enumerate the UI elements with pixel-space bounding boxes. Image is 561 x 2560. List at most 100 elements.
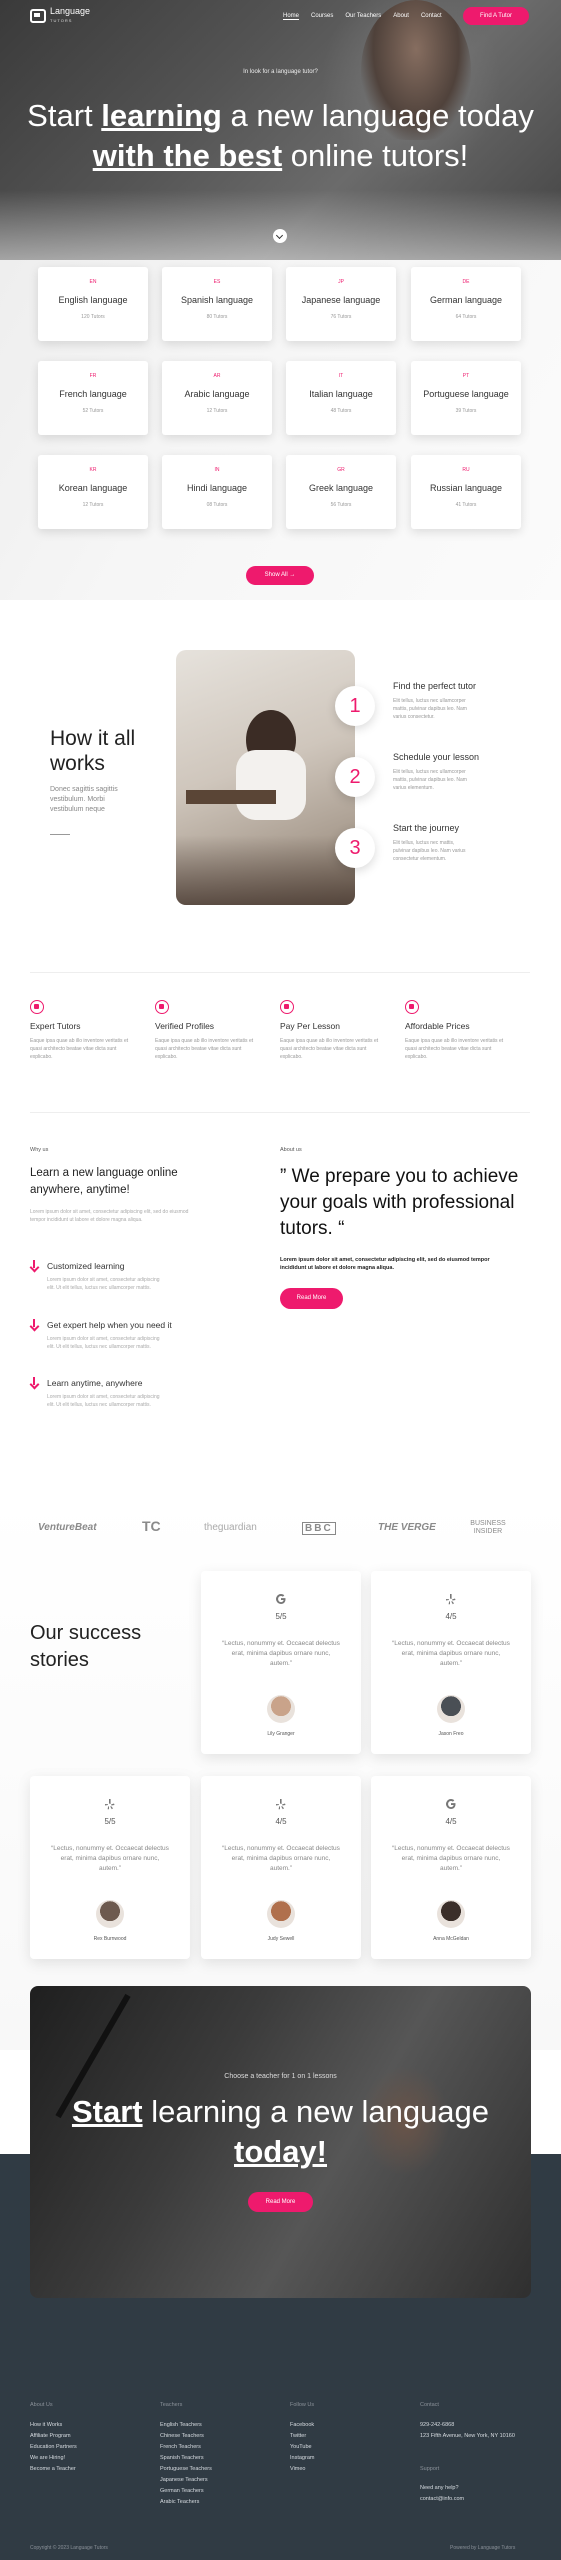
footer-link[interactable]: Become a Teacher — [30, 2466, 76, 2472]
footer-link[interactable]: Chinese Teachers — [160, 2433, 204, 2439]
language-name: Arabic language — [184, 389, 250, 399]
footer-link[interactable]: Instagram — [290, 2455, 314, 2461]
language-card[interactable]: EN English language 120 Tutors — [38, 267, 148, 341]
yelp-icon — [276, 1799, 286, 1810]
footer-link[interactable]: Facebook — [290, 2422, 314, 2428]
affordable-prices-icon — [405, 1000, 419, 1014]
rating: 5/5 — [275, 1612, 287, 1621]
language-card[interactable]: FR French language 52 Tutors — [38, 361, 148, 435]
verified-profiles-icon — [155, 1000, 169, 1014]
language-card[interactable]: RU Russian language 41 Tutors — [411, 455, 521, 529]
footer-link[interactable]: Japanese Teachers — [160, 2477, 208, 2483]
brand-techcrunch: TC — [142, 1518, 161, 1534]
testimonial-card: 4/5 “Lectus, nonummy et. Occaecat delectu… — [201, 1776, 361, 1959]
language-card[interactable]: IT Italian language 48 Tutors — [286, 361, 396, 435]
footer-link[interactable]: Vimeo — [290, 2466, 306, 2472]
feature-text-1: Eaque ipsa quae ab illo inventore verita… — [30, 1038, 129, 1060]
why-us-label: Why us — [30, 1147, 49, 1153]
language-name: Portuguese language — [423, 389, 509, 399]
language-card[interactable]: ES Spanish language 80 Tutors — [162, 267, 272, 341]
hero-title-emphasis: with the best — [92, 138, 283, 173]
language-code: KR — [89, 467, 97, 473]
feature-title-3: Pay Per Lesson — [280, 1021, 341, 1031]
cta-title-emphasis: today! — [234, 2134, 327, 2169]
hero-title-part: Start — [27, 98, 102, 133]
footer-support-heading: Support — [420, 2466, 440, 2472]
about-text: Lorem ipsum dolor sit amet, consectetur … — [280, 1257, 490, 1271]
footer-link[interactable]: We are Hiring! — [30, 2455, 65, 2461]
testimonial-card: 4/5 “Lectus, nonummy et. Occaecat delectu… — [371, 1776, 531, 1959]
tutor-count: 48 Tutors — [330, 408, 352, 414]
yelp-icon — [105, 1799, 115, 1810]
footer-link[interactable]: Affiliate Program — [30, 2433, 71, 2439]
menu-item-courses[interactable]: Courses — [311, 13, 333, 20]
footer-need-help: Need any help? — [420, 2485, 459, 2491]
footer-link[interactable]: Portuguese Teachers — [160, 2466, 212, 2472]
footer-link[interactable]: Twitter — [290, 2433, 306, 2439]
footer-link[interactable]: Education Partners — [30, 2444, 77, 2450]
tutor-count: 08 Tutors — [206, 502, 228, 508]
footer-phone[interactable]: 929-242-6868 — [420, 2422, 454, 2428]
footer-link[interactable]: English Teachers — [160, 2422, 202, 2428]
cta-read-more-button[interactable]: Read More — [248, 2192, 313, 2212]
arrow-down-icon — [30, 1319, 38, 1329]
reviewer-name: Anna McGeldan — [433, 1936, 469, 1942]
menu-item-home[interactable]: Home — [283, 13, 300, 20]
footer-link[interactable]: Spanish Teachers — [160, 2455, 204, 2461]
tutor-count: 12 Tutors — [206, 408, 228, 414]
rating: 4/5 — [445, 1612, 457, 1621]
feature-text-3: Eaque ipsa quae ab illo inventore verita… — [280, 1038, 379, 1060]
scroll-down-icon[interactable] — [273, 229, 287, 243]
brand-venturebeat: VentureBeat — [38, 1522, 97, 1533]
language-name: Korean language — [58, 483, 128, 493]
logo-text: Language — [50, 6, 91, 16]
language-card[interactable]: IN Hindi language 08 Tutors — [162, 455, 272, 529]
language-code: IN — [214, 467, 220, 473]
language-card[interactable]: DE German language 64 Tutors — [411, 267, 521, 341]
logo[interactable]: Language TUTORS — [30, 7, 90, 25]
menu-item-our-teachers[interactable]: Our Teachers — [345, 13, 381, 20]
testimonial-card: 5/5 “Lectus, nonummy et. Occaecat delectu… — [30, 1776, 190, 1959]
footer-link[interactable]: Arabic Teachers — [160, 2499, 199, 2505]
logo-icon — [30, 9, 46, 23]
footer-email[interactable]: contact@info.com — [420, 2496, 464, 2502]
testimonial-card: 4/5 “Lectus, nonummy et. Occaecat delectu… — [371, 1571, 531, 1754]
photo-shade — [176, 835, 355, 905]
testimonial-quote: “Lectus, nonummy et. Occaecat delectus e… — [222, 1845, 340, 1872]
footer-link[interactable]: German Teachers — [160, 2488, 204, 2494]
tutor-count: 120 Tutors — [81, 314, 105, 320]
menu-item-about[interactable]: About — [393, 13, 409, 20]
language-card[interactable]: PT Portuguese language 39 Tutors — [411, 361, 521, 435]
main-menu: Home Courses Our Teachers About Contact — [283, 13, 442, 20]
footer-follow-heading: Follow Us — [290, 2402, 315, 2408]
language-card[interactable]: GR Greek language 56 Tutors — [286, 455, 396, 529]
language-card[interactable]: KR Korean language 12 Tutors — [38, 455, 148, 529]
yelp-icon — [446, 1594, 456, 1605]
rating: 4/5 — [445, 1817, 457, 1826]
google-icon — [276, 1594, 286, 1604]
language-name: Greek language — [308, 483, 374, 493]
footer-about-heading: About Us — [30, 2402, 53, 2408]
language-code: IT — [338, 373, 344, 379]
hero-title-part: a new language today — [221, 98, 534, 133]
footer-contact-heading: Contact — [420, 2402, 439, 2408]
step-text-2: Elit tellus, luctus nec ullamcorper matt… — [393, 769, 467, 791]
avatar — [267, 1900, 295, 1928]
language-code: ES — [213, 279, 221, 285]
reviewer-name: Judy Sewell — [267, 1936, 295, 1942]
language-card[interactable]: AR Arabic language 12 Tutors — [162, 361, 272, 435]
show-all-button[interactable]: Show All → — [246, 566, 314, 585]
step-text-3: Elit tellus, luctus nec mattis, pulvinar… — [393, 840, 466, 862]
find-tutor-button[interactable]: Find A Tutor — [463, 7, 529, 25]
footer-link[interactable]: French Teachers — [160, 2444, 201, 2450]
why-item-title-3: Learn anytime, anywhere — [47, 1378, 143, 1388]
arrow-down-icon — [30, 1377, 38, 1387]
footer-link[interactable]: YouTube — [290, 2444, 312, 2450]
language-card[interactable]: JP Japanese language 76 Tutors — [286, 267, 396, 341]
success-stories-title: Our success stories — [30, 1622, 142, 1671]
menu-item-contact[interactable]: Contact — [421, 13, 442, 20]
brand-the-verge: THE VERGE — [378, 1522, 436, 1533]
feature-title-1: Expert Tutors — [30, 1021, 81, 1031]
about-read-more-button[interactable]: Read More — [280, 1288, 343, 1309]
footer-link[interactable]: How it Works — [30, 2422, 62, 2428]
